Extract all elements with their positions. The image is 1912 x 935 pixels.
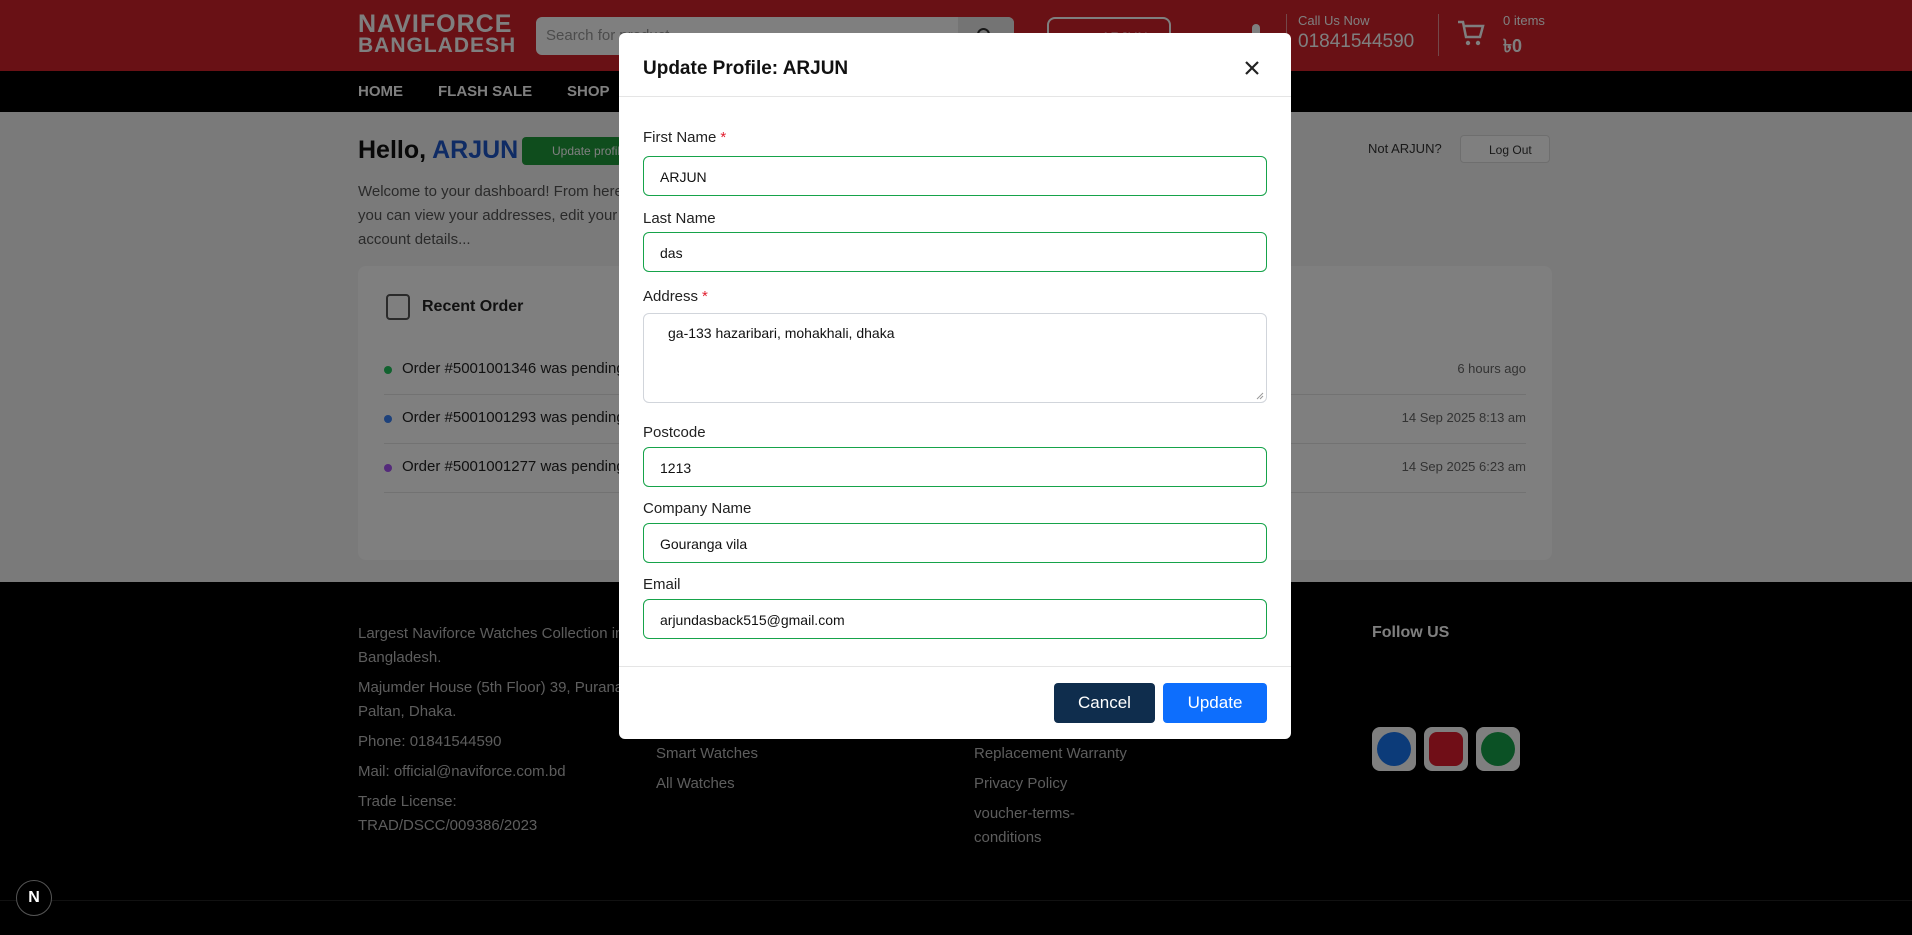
cancel-button[interactable]: Cancel [1054,683,1155,723]
modal-header: Update Profile: ARJUN [619,33,1291,97]
address-textarea[interactable]: ga-133 hazaribari, mohakhali, dhaka [643,313,1267,403]
required-marker: * [702,288,708,305]
close-icon [1245,61,1259,75]
dev-tools-badge[interactable]: N [16,880,52,916]
address-value: ga-133 hazaribari, mohakhali, dhaka [668,325,895,341]
email-label: Email [643,576,681,593]
postcode-input[interactable]: 1213 [643,447,1267,487]
address-label: Address * [643,288,708,305]
last-name-value: das [660,245,683,261]
update-button[interactable]: Update [1163,683,1267,723]
modal-title: Update Profile: ARJUN [643,58,849,79]
company-name-value: Gouranga vila [660,536,748,552]
close-button[interactable] [1241,57,1263,79]
first-name-input[interactable]: ARJUN [643,156,1267,196]
company-name-label: Company Name [643,500,752,517]
address-label-text: Address [643,288,699,305]
resize-handle-icon[interactable] [1256,392,1264,400]
email-value: arjundasback515@gmail.com [660,612,845,628]
last-name-label: Last Name [643,210,716,227]
postcode-label: Postcode [643,424,706,441]
modal-footer-divider [619,666,1291,667]
postcode-value: 1213 [660,460,692,476]
email-input[interactable]: arjundasback515@gmail.com [643,599,1267,639]
first-name-label: First Name * [643,129,726,146]
required-marker: * [720,129,727,146]
company-name-input[interactable]: Gouranga vila [643,523,1267,563]
first-name-label-text: First Name [643,129,717,146]
first-name-value: ARJUN [660,169,707,185]
update-profile-modal: Update Profile: ARJUN First Name * ARJUN … [619,33,1291,739]
last-name-input[interactable]: das [643,232,1267,272]
